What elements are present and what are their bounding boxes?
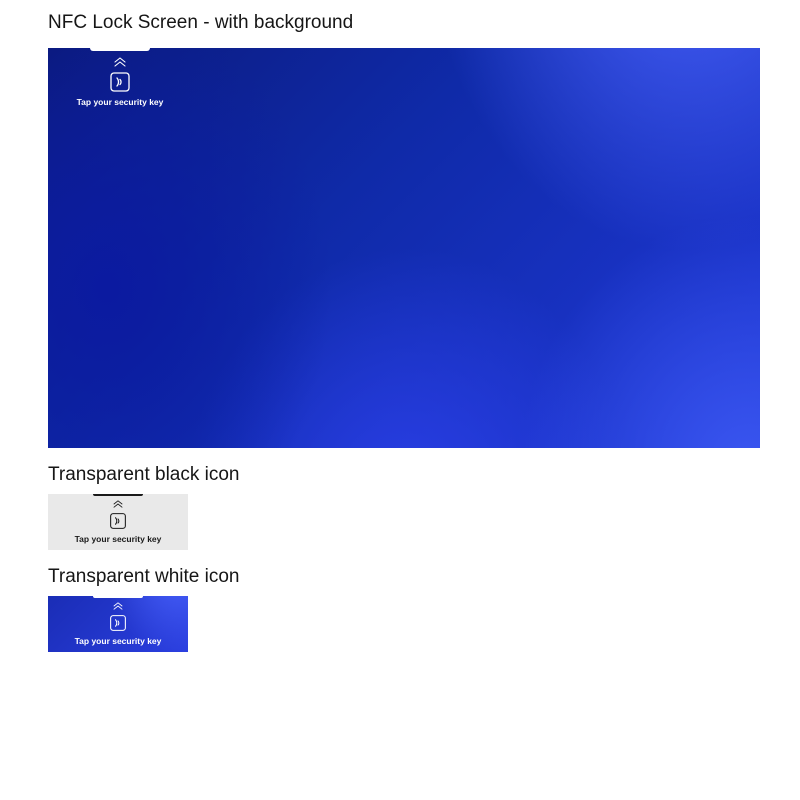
thumb-black-icon: Tap your security key <box>48 494 188 550</box>
chevrons-up-icon <box>66 500 170 508</box>
nfc-overlay-dark[interactable]: Tap your security key <box>66 494 170 544</box>
nfc-overlay-caption: Tap your security key <box>66 534 170 544</box>
section-title-white: Transparent white icon <box>48 566 800 588</box>
thumb-white-icon: Tap your security key <box>48 596 188 652</box>
overlay-notch <box>93 596 143 598</box>
section-title-black: Transparent black icon <box>48 464 800 486</box>
overlay-notch <box>90 48 150 51</box>
nfc-overlay-caption: Tap your security key <box>66 636 170 646</box>
nfc-overlay[interactable]: Tap your security key <box>68 48 172 107</box>
overlay-notch <box>93 494 143 496</box>
chevrons-up-icon <box>68 57 172 67</box>
section-title-main: NFC Lock Screen - with background <box>48 12 800 34</box>
nfc-overlay-caption: Tap your security key <box>68 97 172 107</box>
nfc-card-icon <box>66 512 170 530</box>
chevrons-up-icon <box>66 602 170 610</box>
nfc-card-icon <box>66 614 170 632</box>
nfc-overlay-white[interactable]: Tap your security key <box>66 596 170 646</box>
nfc-card-icon <box>68 71 172 93</box>
lock-screen-preview: Tap your security key <box>48 48 760 448</box>
